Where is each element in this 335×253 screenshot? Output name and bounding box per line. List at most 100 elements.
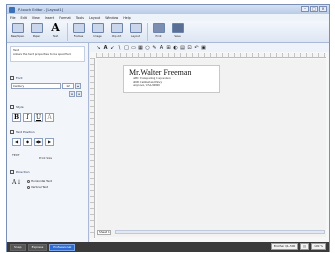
- grow-font-button[interactable]: A: [69, 91, 75, 97]
- zoom-select[interactable]: 100 %: [311, 243, 326, 250]
- radio-selected-icon: [27, 179, 30, 183]
- save-icon: [171, 23, 184, 33]
- font-tool-icon[interactable]: A: [159, 45, 164, 51]
- font-size-stepper-button[interactable]: ▴: [75, 83, 81, 89]
- grid-tool-icon[interactable]: ⊞: [166, 45, 171, 51]
- window-title: P-touch Editor - [Layout1]: [18, 7, 63, 12]
- frames-icon: [72, 23, 85, 33]
- underline-button[interactable]: U: [34, 113, 43, 122]
- undo-tool-icon[interactable]: ↶: [194, 45, 199, 51]
- image-label: Image: [93, 35, 102, 38]
- layout-canvas[interactable]: Mr.Walter Freeman ABC Transporting Corpo…: [97, 59, 326, 237]
- label-tape[interactable]: Mr.Walter Freeman ABC Transporting Corpo…: [123, 65, 220, 93]
- clipart-button[interactable]: Clip Art: [108, 21, 125, 42]
- barcode-tool-icon[interactable]: ▤: [180, 45, 185, 51]
- menu-edit[interactable]: Edit: [21, 16, 27, 20]
- menu-help[interactable]: Help: [123, 16, 131, 20]
- align-center-button[interactable]: ◆: [23, 138, 32, 146]
- frames-button[interactable]: Frames: [70, 21, 87, 42]
- close-button[interactable]: ×: [319, 6, 327, 12]
- menu-tools[interactable]: Tools: [76, 16, 84, 20]
- vertical-text-label: Vertical Text: [31, 185, 49, 189]
- paper-button[interactable]: Paper: [28, 21, 45, 42]
- status-right-group: Brother QL-500 ||| 100 %: [270, 243, 326, 250]
- express-mode-button[interactable]: Express: [27, 243, 48, 251]
- app-root: P-touch Editor - [Layout1] – □ × File Ed…: [0, 0, 335, 253]
- style-buttons: B I U A: [12, 113, 54, 122]
- horizontal-scrollbar[interactable]: [115, 230, 325, 234]
- printer-select[interactable]: Brother QL-500: [270, 243, 299, 250]
- clipart-icon: [110, 23, 123, 33]
- menu-insert[interactable]: Insert: [45, 16, 54, 20]
- professional-mode-button[interactable]: Professional: [49, 243, 76, 251]
- ribbon-separator: [67, 23, 68, 41]
- arrow-tool-icon[interactable]: ↙: [110, 45, 115, 51]
- snap-mode-button[interactable]: Snap: [10, 243, 26, 251]
- font-name-select[interactable]: Century: [11, 83, 61, 89]
- properties-tool-icon[interactable]: ▣: [201, 45, 206, 51]
- pen-tool-icon[interactable]: ✎: [152, 45, 157, 51]
- vertical-ruler: [90, 58, 95, 238]
- horizontal-text-radio[interactable]: Horizontal Text: [27, 179, 52, 183]
- font-size-select[interactable]: 12: [62, 83, 74, 89]
- image-icon: [91, 23, 104, 33]
- sheet-tab[interactable]: Sheet 1: [97, 230, 111, 235]
- status-bar: Snap Express Professional Brother QL-500…: [7, 242, 329, 252]
- radio-unselected-icon: [27, 185, 30, 189]
- select-tool-icon[interactable]: ↘: [96, 45, 101, 51]
- maximize-button[interactable]: □: [310, 6, 318, 12]
- text-position-buttons: ◀ ◆ ◀▶ ▶: [12, 138, 54, 146]
- ellipse-tool-icon[interactable]: ○: [145, 45, 150, 51]
- text-position-section-header[interactable]: Text Position: [10, 130, 35, 134]
- print-button[interactable]: Print: [150, 21, 167, 42]
- align-right-button[interactable]: ▶: [45, 138, 54, 146]
- text-icon: A: [51, 21, 60, 34]
- layout-button[interactable]: Layout: [127, 21, 144, 42]
- align-justify-button[interactable]: ◀▶: [34, 138, 43, 146]
- group-tool-icon[interactable]: ⊡: [187, 45, 192, 51]
- label-address-line[interactable]: Anytown, USA 99999: [133, 84, 214, 88]
- drawing-toolbar: ↘ A ↙ \ □ ▭ ▦ ○ ✎ A ⊞ ◐ ▤ ⊡ ↶ ▣: [90, 43, 329, 52]
- properties-panel: Text Allows the text properties to be sp…: [7, 43, 89, 242]
- editor-window: P-touch Editor - [Layout1] – □ × File Ed…: [6, 4, 330, 252]
- image-button[interactable]: Image: [89, 21, 106, 42]
- menu-view[interactable]: View: [32, 16, 40, 20]
- fill-tool-icon[interactable]: ◐: [173, 45, 178, 51]
- align-left-button[interactable]: ◀: [12, 138, 21, 146]
- menu-layout[interactable]: Layout: [89, 16, 100, 20]
- bold-button[interactable]: B: [12, 113, 21, 122]
- text-label: Text: [52, 35, 59, 38]
- minimize-button[interactable]: –: [301, 6, 309, 12]
- horizontal-ruler: [96, 53, 326, 58]
- clipart-label: Clip Art: [111, 35, 122, 38]
- text-button[interactable]: A Text: [47, 21, 64, 42]
- window-controls: – □ ×: [301, 6, 327, 12]
- font-section-header[interactable]: Font: [10, 76, 23, 80]
- shrink-font-button[interactable]: a: [76, 91, 82, 97]
- table-tool-icon[interactable]: ▦: [138, 45, 143, 51]
- outline-button[interactable]: A: [45, 113, 54, 122]
- frame-tool-icon[interactable]: ▭: [131, 45, 136, 51]
- layout-icon: [129, 23, 142, 33]
- frames-label: Frames: [73, 35, 84, 38]
- text-direction-icon: A↓: [12, 179, 22, 186]
- command-ribbon: New/Open Paper A Text Frames Image Clip: [7, 21, 329, 43]
- new-open-button[interactable]: New/Open: [9, 21, 26, 42]
- title-bar: P-touch Editor - [Layout1] – □ ×: [7, 5, 329, 14]
- rectangle-tool-icon[interactable]: □: [124, 45, 129, 51]
- menu-file[interactable]: File: [10, 16, 16, 20]
- line-tool-icon[interactable]: \: [117, 45, 122, 51]
- italic-button[interactable]: I: [23, 113, 32, 122]
- direction-section-header[interactable]: Direction: [10, 170, 30, 174]
- menu-window[interactable]: Window: [105, 16, 118, 20]
- save-button[interactable]: Save: [169, 21, 186, 42]
- text-tool-icon[interactable]: A: [103, 45, 108, 51]
- paper-icon: [30, 23, 43, 33]
- menu-format[interactable]: Format: [59, 16, 71, 20]
- vertical-text-radio[interactable]: Vertical Text: [27, 185, 52, 189]
- print-size-row: TEXT Print Size: [12, 154, 52, 161]
- text-fit-icon[interactable]: TEXT: [12, 154, 21, 161]
- style-section-header[interactable]: Style: [10, 105, 24, 109]
- app-icon: [9, 6, 15, 13]
- horizontal-text-label: Horizontal Text: [31, 179, 52, 183]
